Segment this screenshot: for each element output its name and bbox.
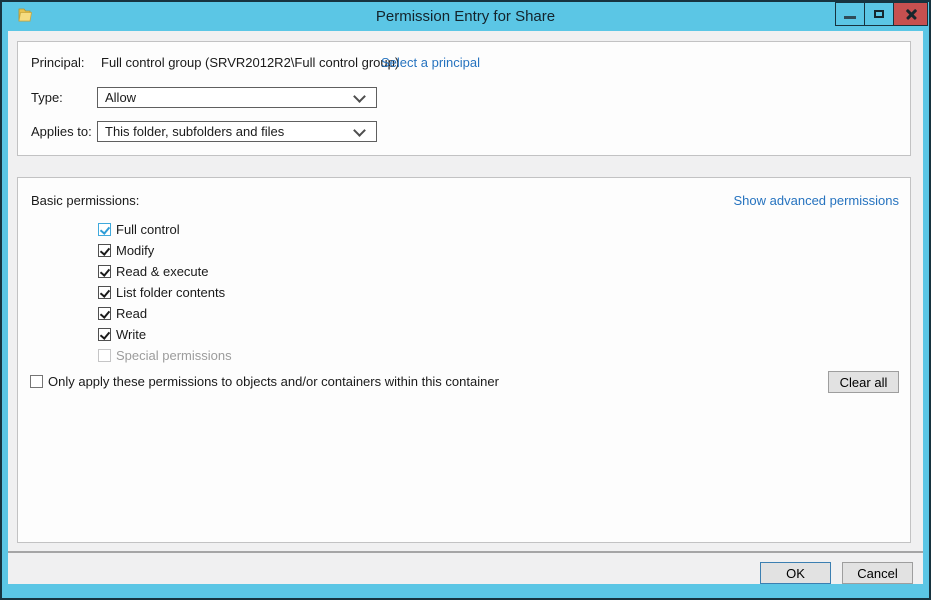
only-apply-checkbox[interactable]	[30, 375, 43, 388]
applies-to-label: Applies to:	[31, 124, 92, 139]
principal-value: Full control group (SRVR2012R2\Full cont…	[101, 55, 399, 70]
principal-label: Principal:	[31, 55, 84, 70]
type-dropdown[interactable]: Allow	[97, 87, 377, 108]
cancel-button[interactable]: Cancel	[842, 562, 913, 584]
close-icon	[905, 8, 918, 21]
read-checkbox[interactable]	[98, 307, 111, 320]
special-permissions-label: Special permissions	[116, 348, 232, 363]
modify-checkbox[interactable]	[98, 244, 111, 257]
close-button[interactable]	[893, 2, 928, 26]
list-folder-contents-label: List folder contents	[116, 285, 225, 300]
read-execute-label: Read & execute	[116, 264, 209, 279]
titlebar[interactable]: Permission Entry for Share	[2, 2, 929, 31]
type-dropdown-value: Allow	[105, 90, 136, 105]
ok-button[interactable]: OK	[760, 562, 831, 584]
clear-all-button[interactable]: Clear all	[828, 371, 899, 393]
maximize-icon	[874, 10, 884, 18]
minimize-button[interactable]	[835, 2, 865, 26]
minimize-icon	[844, 16, 856, 19]
list-folder-contents-checkbox[interactable]	[98, 286, 111, 299]
applies-to-dropdown[interactable]: This folder, subfolders and files	[97, 121, 377, 142]
maximize-button[interactable]	[864, 2, 894, 26]
read-label: Read	[116, 306, 147, 321]
write-label: Write	[116, 327, 146, 342]
permissions-section: Basic permissions: Show advanced permiss…	[17, 177, 911, 543]
modify-label: Modify	[116, 243, 154, 258]
show-advanced-permissions-link[interactable]: Show advanced permissions	[734, 193, 899, 208]
special-permissions-checkbox	[98, 349, 111, 362]
dialog-window: Permission Entry for Share Principal: Fu…	[0, 0, 931, 600]
only-apply-label: Only apply these permissions to objects …	[48, 374, 499, 389]
applies-to-dropdown-value: This folder, subfolders and files	[105, 124, 284, 139]
principal-section: Principal: Full control group (SRVR2012R…	[17, 41, 911, 156]
full-control-checkbox[interactable]	[98, 223, 111, 236]
basic-permissions-label: Basic permissions:	[31, 193, 139, 208]
write-checkbox[interactable]	[98, 328, 111, 341]
dialog-content: Principal: Full control group (SRVR2012R…	[8, 31, 923, 584]
type-label: Type:	[31, 90, 63, 105]
footer-separator	[8, 551, 923, 553]
window-title: Permission Entry for Share	[2, 2, 929, 31]
read-execute-checkbox[interactable]	[98, 265, 111, 278]
select-principal-link[interactable]: Select a principal	[381, 55, 480, 70]
full-control-label: Full control	[116, 222, 180, 237]
